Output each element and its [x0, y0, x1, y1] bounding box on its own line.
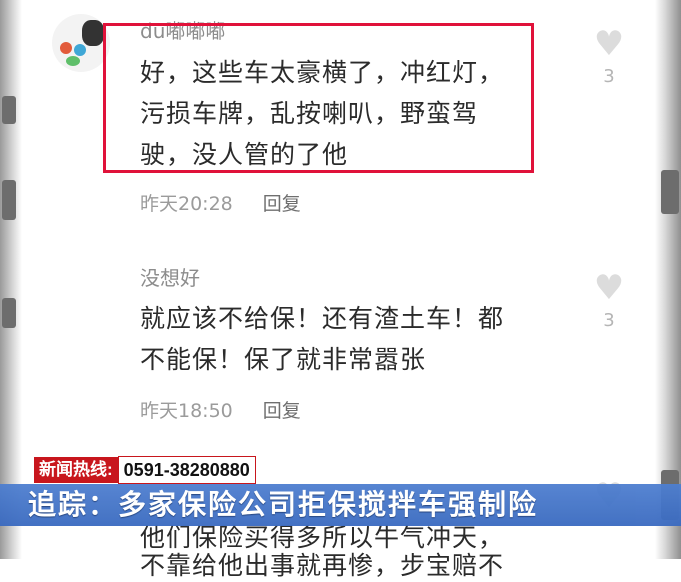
blurred-right-edge [655, 0, 681, 559]
news-hotline: 新闻热线: 0591-38280880 [34, 456, 256, 484]
comment-username[interactable]: 没想好 [140, 262, 200, 291]
avatar[interactable] [52, 14, 110, 72]
like-count: 3 [603, 66, 615, 87]
comment-text: 好，这些车太豪横了，冲红灯， 污损车牌，乱按喇叭，野蛮驾 驶，没人管的了他 [140, 52, 504, 175]
blurred-right-mark [661, 170, 679, 214]
blurred-left-mark [2, 96, 16, 124]
comment-time: 昨天18:50 [140, 400, 233, 422]
news-headline: 追踪：多家保险公司拒保搅拌车强制险 [28, 488, 539, 521]
comment-line: 不能保！保了就非常嚣张 [140, 345, 427, 374]
comment-meta: 昨天20:28 回复 [140, 189, 301, 216]
like-button[interactable]: ♥ 3 [589, 270, 629, 331]
blurred-left-edge [0, 0, 22, 559]
like-count: 3 [603, 310, 615, 331]
comment-line: 就应该不给保！还有渣土车！都 [140, 304, 505, 333]
comment-line: 驶，没人管的了他 [140, 140, 349, 169]
hotline-number: 0591-38280880 [117, 456, 256, 484]
like-button[interactable]: ♥ 3 [589, 26, 629, 87]
blurred-left-mark [2, 298, 16, 328]
news-ticker: 追踪：多家保险公司拒保搅拌车强制险 [0, 484, 681, 526]
heart-icon[interactable]: ♥ [589, 270, 629, 306]
blurred-left-mark [2, 180, 16, 220]
comment-text: 就应该不给保！还有渣土车！都 不能保！保了就非常嚣张 [140, 298, 504, 380]
hotline-tag: 新闻热线: [34, 457, 118, 483]
heart-icon[interactable]: ♥ [589, 26, 629, 62]
comment-line: 好，这些车太豪横了，冲红灯， [140, 58, 505, 87]
reply-button[interactable]: 回复 [263, 193, 301, 215]
comment-partial-line: 不靠给他出事就再惨，步宝赔不 [140, 551, 505, 580]
comment-meta: 昨天18:50 回复 [140, 396, 301, 423]
comment-line: 污损车牌，乱按喇叭，野蛮驾 [140, 99, 479, 128]
reply-button[interactable]: 回复 [263, 400, 301, 422]
comment-time: 昨天20:28 [140, 193, 233, 215]
